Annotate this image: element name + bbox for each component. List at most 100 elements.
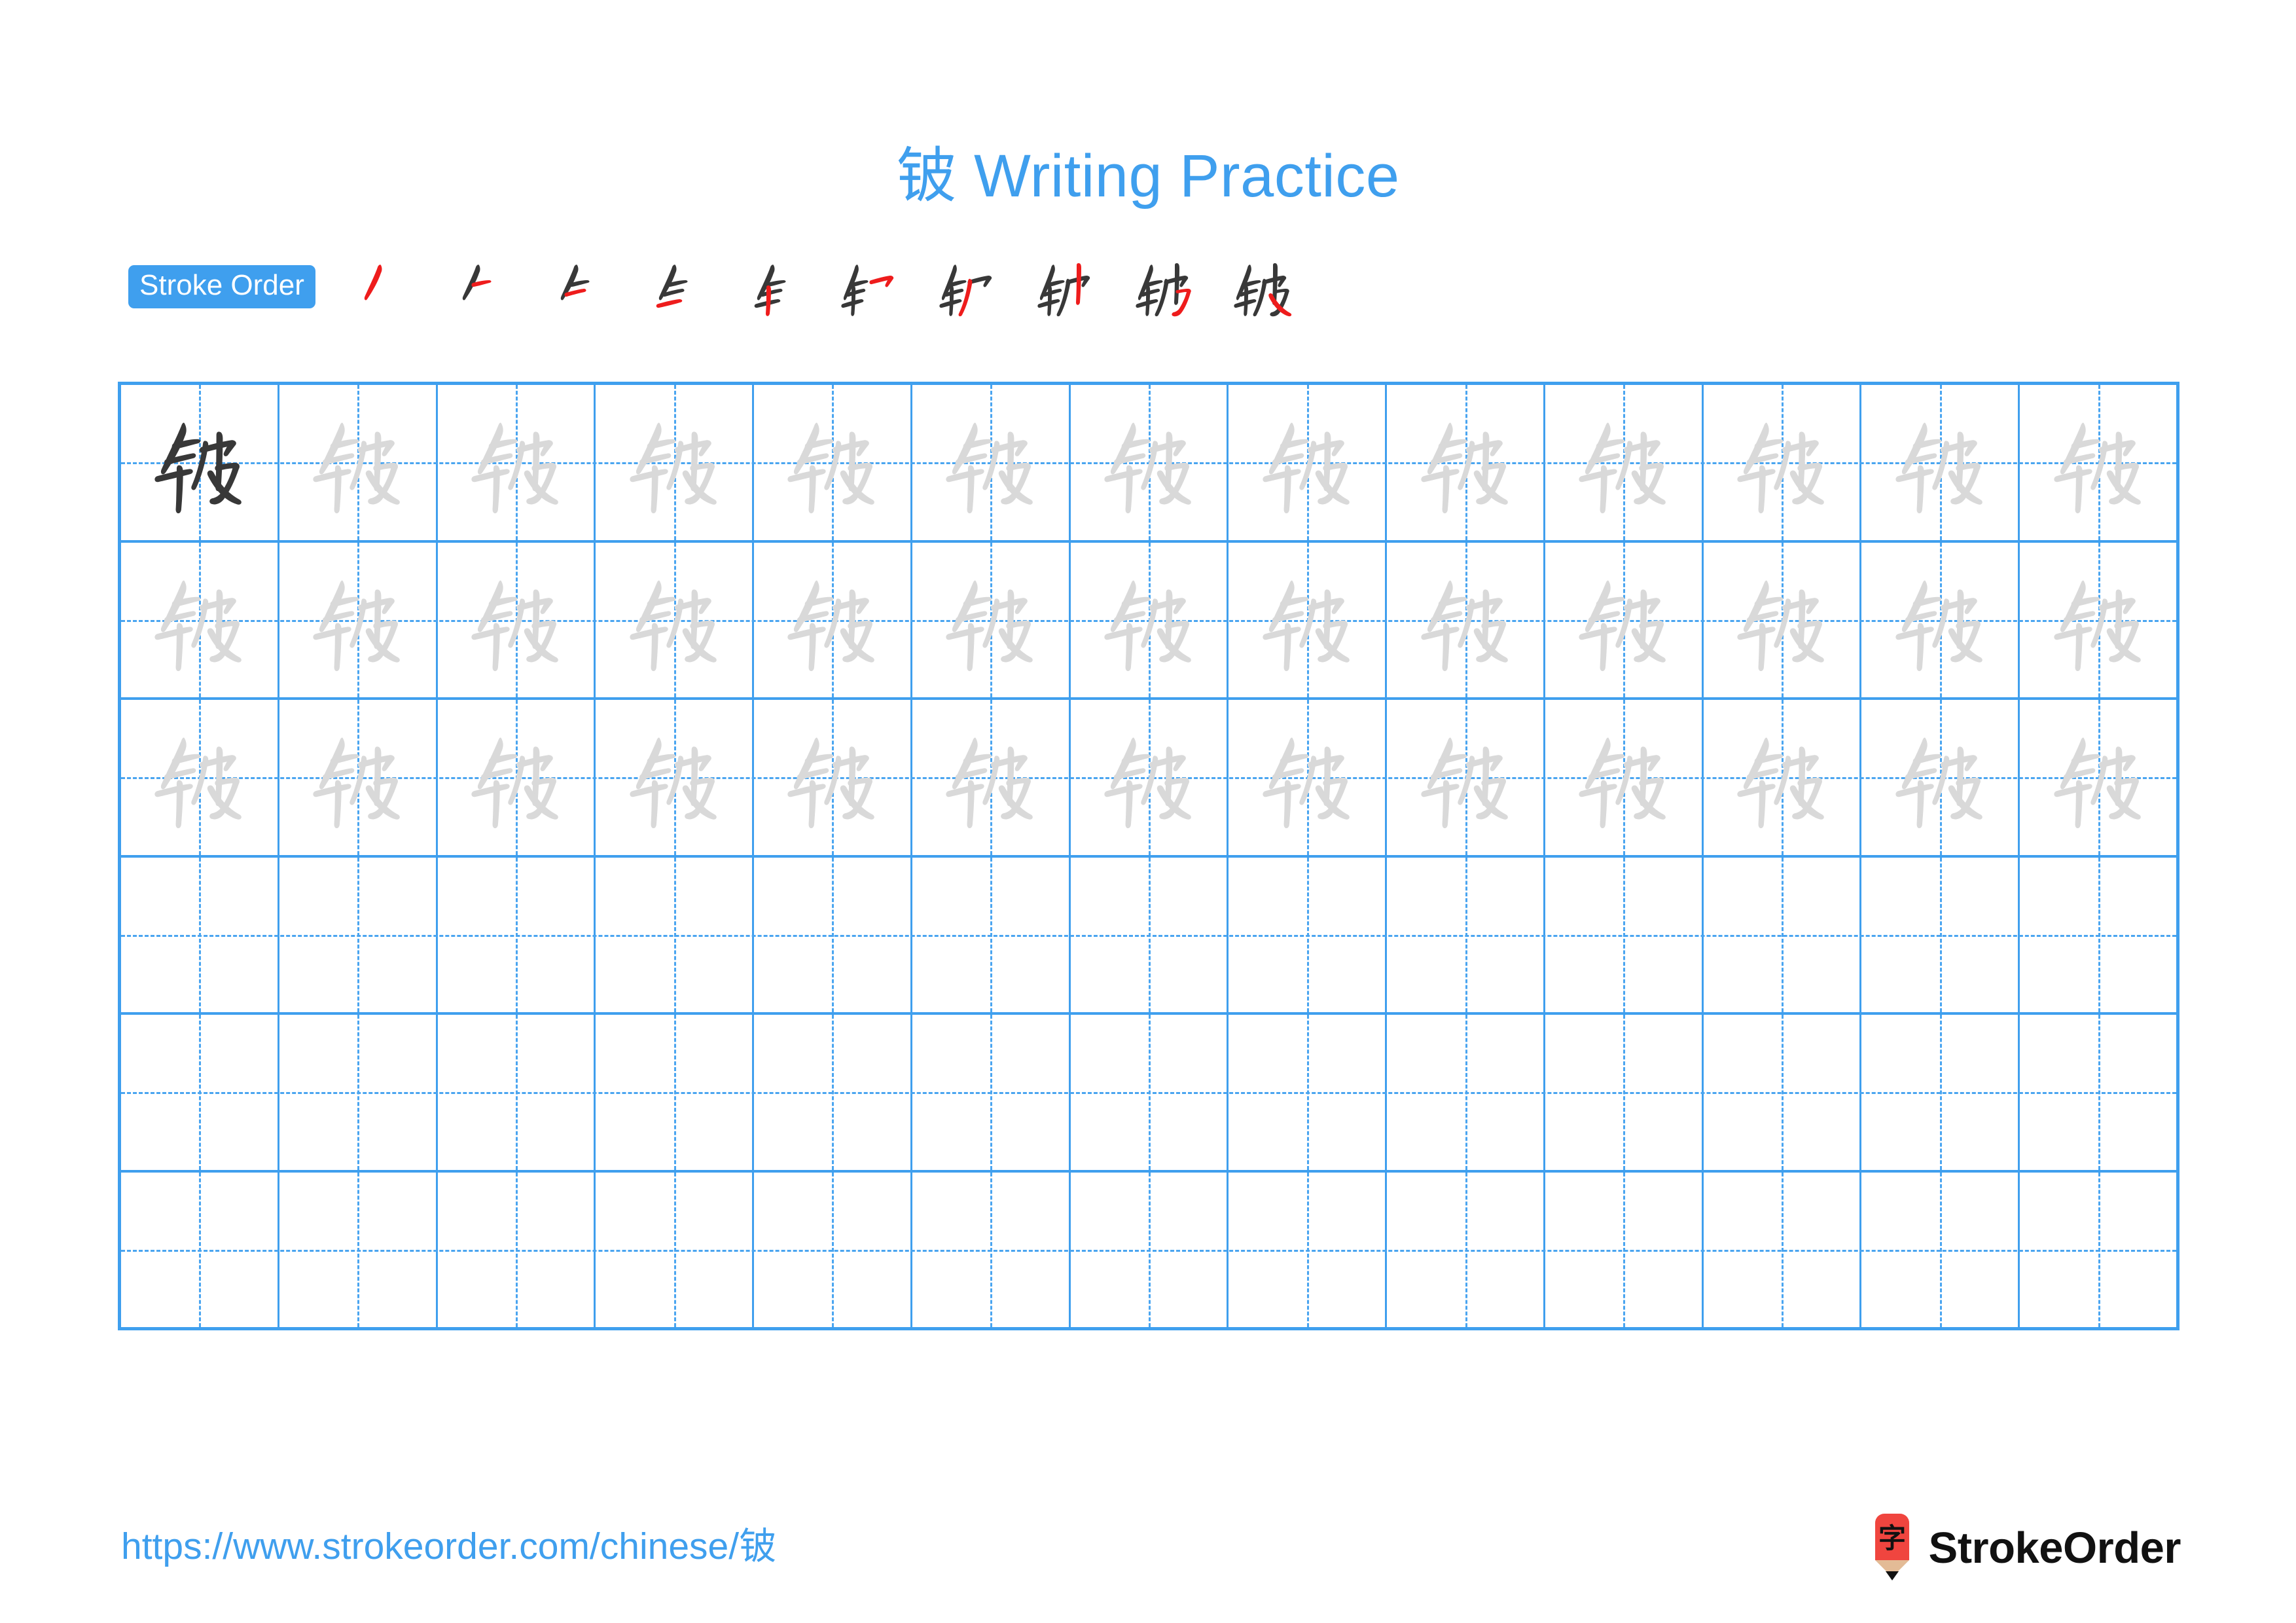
practice-cell-trace[interactable] (438, 542, 596, 697)
practice-cell-empty[interactable] (1387, 1015, 1545, 1170)
character-glyph (452, 398, 580, 526)
practice-cell-empty[interactable] (1387, 857, 1545, 1012)
practice-cell-trace[interactable] (596, 700, 755, 855)
practice-cell-trace[interactable] (1704, 700, 1862, 855)
practice-cell-trace[interactable] (754, 700, 912, 855)
practice-cell-empty[interactable] (121, 1015, 279, 1170)
practice-cell-trace[interactable] (754, 542, 912, 697)
stroke-step-4-icon (656, 264, 688, 308)
character-glyph (926, 713, 1054, 841)
practice-cell-trace[interactable] (2020, 542, 2176, 698)
practice-cell-trace[interactable] (754, 385, 912, 540)
practice-cell-trace[interactable] (279, 542, 438, 697)
practice-cell-empty[interactable] (1229, 1172, 1388, 1327)
practice-cell-empty[interactable] (754, 857, 912, 1012)
practice-cell-empty[interactable] (279, 1172, 438, 1327)
stroke-step-7 (919, 247, 1017, 326)
practice-cell-model[interactable] (121, 385, 279, 540)
practice-cell-empty[interactable] (2020, 1015, 2176, 1170)
practice-cell-empty[interactable] (1861, 1015, 2020, 1170)
practice-cell-trace[interactable] (1545, 700, 1704, 855)
practice-cell-trace[interactable] (1071, 385, 1229, 540)
practice-cell-trace[interactable] (279, 385, 438, 540)
practice-cell-empty[interactable] (1545, 857, 1704, 1012)
practice-cell-trace[interactable] (1387, 700, 1545, 855)
practice-cell-trace[interactable] (1229, 385, 1388, 540)
practice-cell-empty[interactable] (1545, 1015, 1704, 1170)
character-glyph (1085, 556, 1213, 684)
practice-cell-trace[interactable] (1704, 542, 1862, 697)
character-glyph (1876, 713, 2004, 841)
practice-cell-trace[interactable] (1861, 542, 2020, 697)
practice-cell-trace[interactable] (121, 542, 279, 697)
practice-cell-empty[interactable] (438, 1015, 596, 1170)
practice-cell-trace[interactable] (2020, 700, 2176, 855)
practice-cell-empty[interactable] (279, 1015, 438, 1170)
practice-cell-empty[interactable] (1229, 857, 1388, 1012)
practice-cell-trace[interactable] (2020, 385, 2176, 540)
practice-cell-empty[interactable] (754, 1172, 912, 1327)
practice-cell-trace[interactable] (912, 542, 1071, 697)
practice-cell-trace[interactable] (1387, 542, 1545, 697)
character-glyph (1243, 398, 1371, 526)
practice-cell-empty[interactable] (121, 1172, 279, 1327)
stroke-step-10 (1213, 247, 1312, 326)
practice-cell-trace[interactable] (1229, 542, 1388, 697)
practice-cell-trace[interactable] (1861, 700, 2020, 855)
stroke-step-5-icon (754, 264, 786, 316)
practice-cell-empty[interactable] (754, 1015, 912, 1170)
practice-cell-empty[interactable] (1861, 1172, 2020, 1327)
character-glyph (2034, 713, 2162, 841)
character-glyph (768, 556, 896, 684)
stroke-order-step-list (330, 247, 1312, 326)
practice-cell-trace[interactable] (1545, 385, 1704, 540)
brand-logo: 字 StrokeOrder (1869, 1514, 2181, 1582)
practice-cell-empty[interactable] (596, 857, 755, 1012)
practice-cell-trace[interactable] (438, 385, 596, 540)
character-glyph (1717, 398, 1846, 526)
practice-cell-empty[interactable] (1229, 1015, 1388, 1170)
practice-cell-empty[interactable] (1071, 1172, 1229, 1327)
practice-cell-empty[interactable] (1545, 1172, 1704, 1327)
practice-cell-trace[interactable] (279, 700, 438, 855)
practice-cell-trace[interactable] (1071, 700, 1229, 855)
practice-cell-empty[interactable] (912, 1015, 1071, 1170)
character-glyph (1876, 398, 2004, 526)
practice-cell-empty[interactable] (438, 1172, 596, 1327)
practice-cell-empty[interactable] (279, 857, 438, 1012)
practice-cell-empty[interactable] (1071, 1015, 1229, 1170)
practice-cell-trace[interactable] (438, 700, 596, 855)
character-glyph (2034, 556, 2162, 684)
practice-cell-empty[interactable] (912, 857, 1071, 1012)
practice-cell-empty[interactable] (1861, 857, 2020, 1012)
practice-cell-trace[interactable] (912, 700, 1071, 855)
practice-cell-empty[interactable] (1704, 1172, 1862, 1327)
practice-cell-empty[interactable] (2020, 857, 2176, 1013)
practice-cell-empty[interactable] (1387, 1172, 1545, 1327)
practice-cell-trace[interactable] (121, 700, 279, 855)
practice-cell-trace[interactable] (1861, 385, 2020, 540)
character-glyph (2034, 398, 2162, 526)
footer-url-link[interactable]: https://www.strokeorder.com/chinese/铍 (121, 1526, 776, 1567)
practice-cell-trace[interactable] (1704, 385, 1862, 540)
practice-cell-empty[interactable] (121, 857, 279, 1012)
practice-cell-empty[interactable] (438, 857, 596, 1012)
practice-cell-trace[interactable] (912, 385, 1071, 540)
character-glyph (1243, 713, 1371, 841)
practice-cell-empty[interactable] (596, 1015, 755, 1170)
character-glyph (1717, 556, 1846, 684)
practice-cell-trace[interactable] (1387, 385, 1545, 540)
practice-cell-trace[interactable] (1545, 542, 1704, 697)
practice-cell-empty[interactable] (2020, 1172, 2176, 1328)
practice-cell-empty[interactable] (1704, 857, 1862, 1012)
practice-cell-trace[interactable] (596, 542, 755, 697)
practice-cell-empty[interactable] (912, 1172, 1071, 1327)
practice-cell-empty[interactable] (596, 1172, 755, 1327)
practice-cell-trace[interactable] (596, 385, 755, 540)
practice-cell-empty[interactable] (1071, 857, 1229, 1012)
character-glyph (1401, 398, 1530, 526)
practice-cell-trace[interactable] (1229, 700, 1388, 855)
practice-cell-trace[interactable] (1071, 542, 1229, 697)
stroke-step-3 (526, 247, 624, 326)
practice-cell-empty[interactable] (1704, 1015, 1862, 1170)
